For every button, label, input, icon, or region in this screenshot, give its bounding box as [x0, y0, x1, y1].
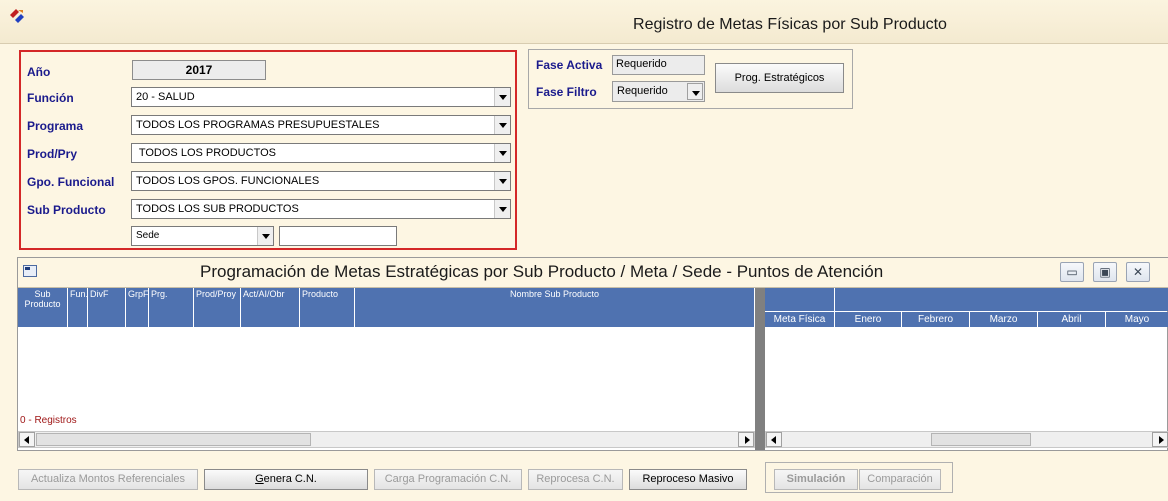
actualiza-montos-button[interactable]: Actualiza Montos Referenciales [18, 469, 198, 490]
right-hscrollbar[interactable] [765, 431, 1168, 448]
reproceso-masivo-button[interactable]: Reproceso Masivo [629, 469, 747, 490]
sede-value: Sede [136, 230, 160, 241]
grid-splitter[interactable] [755, 288, 765, 450]
col-prg[interactable]: Prg. [149, 288, 194, 327]
chevron-down-icon[interactable] [494, 172, 510, 190]
sede-select[interactable]: Sede [131, 226, 274, 246]
window-titlebar: Registro de Metas Físicas por Sub Produc… [0, 0, 1168, 44]
col-sub-producto[interactable]: Sub Producto [18, 288, 68, 327]
close-icon[interactable]: ✕ [1126, 262, 1150, 282]
prodpry-label: Prod/Pry [27, 147, 78, 161]
year-label: Año [27, 65, 51, 79]
col-act-ai-obr[interactable]: Act/AI/Obr [241, 288, 300, 327]
comparacion-button[interactable]: Comparación [859, 469, 941, 490]
col-grpf[interactable]: GrpF [126, 288, 149, 327]
subproducto-value: TODOS LOS SUB PRODUCTOS [136, 203, 299, 215]
scroll-right-icon[interactable] [1152, 432, 1168, 447]
chevron-down-icon[interactable] [494, 116, 510, 134]
programa-select[interactable]: TODOS LOS PROGRAMAS PRESUPUESTALES [131, 115, 511, 135]
prog-estrategicos-button[interactable]: Prog. Estratégicos [715, 63, 844, 93]
grid-titlebar: Programación de Metas Estratégicas por S… [18, 258, 1168, 288]
sede-text-field[interactable] [279, 226, 397, 246]
chevron-down-icon[interactable] [494, 88, 510, 106]
col-mayo[interactable]: Mayo [1106, 312, 1168, 327]
simulacion-panel: Simulación Comparación [765, 462, 953, 493]
col-divf[interactable]: DivF [88, 288, 126, 327]
genera-cn-button[interactable]: Genera C.N. [204, 469, 368, 490]
records-count: 0 - Registros [20, 415, 77, 426]
col-group-empty [765, 288, 835, 311]
prodpry-select[interactable]: TODOS LOS PRODUCTOS [131, 143, 511, 163]
chevron-down-icon[interactable] [687, 83, 703, 100]
fase-filtro-label: Fase Filtro [536, 85, 597, 99]
gpo-funcional-label: Gpo. Funcional [27, 175, 115, 189]
maximize-icon[interactable]: ▣ [1093, 262, 1117, 282]
genera-cn-label: enera C.N. [263, 473, 317, 485]
fase-activa-field[interactable]: Requerido [612, 55, 705, 75]
col-producto[interactable]: Producto [300, 288, 355, 327]
prodpry-value: TODOS LOS PRODUCTOS [136, 147, 276, 159]
col-marzo[interactable]: Marzo [970, 312, 1038, 327]
fase-panel: Fase Activa Requerido Fase Filtro Requer… [528, 49, 853, 109]
scroll-thumb[interactable] [931, 433, 1031, 446]
scroll-right-icon[interactable] [738, 432, 754, 447]
left-hscrollbar[interactable] [18, 431, 755, 448]
funcion-label: Función [27, 91, 74, 105]
gpo-funcional-select[interactable]: TODOS LOS GPOS. FUNCIONALES [131, 171, 511, 191]
fase-filtro-value: Requerido [617, 85, 668, 97]
fase-activa-label: Fase Activa [536, 58, 603, 72]
col-group-months [835, 288, 1168, 311]
genera-cn-accel: G [255, 473, 264, 485]
scroll-thumb[interactable] [36, 433, 311, 446]
subproducto-select[interactable]: TODOS LOS SUB PRODUCTOS [131, 199, 511, 219]
col-prod-proy[interactable]: Prod/Proy [194, 288, 241, 327]
programa-value: TODOS LOS PROGRAMAS PRESUPUESTALES [136, 119, 380, 131]
scroll-left-icon[interactable] [19, 432, 35, 447]
gpo-funcional-value: TODOS LOS GPOS. FUNCIONALES [136, 175, 320, 187]
col-fun[interactable]: Fun. [68, 288, 88, 327]
grid-title: Programación de Metas Estratégicas por S… [200, 262, 884, 281]
funcion-select[interactable]: 20 - SALUD [131, 87, 511, 107]
programa-label: Programa [27, 119, 84, 133]
window-title: Registro de Metas Físicas por Sub Produc… [633, 16, 947, 33]
col-nombre-sub-producto[interactable]: Nombre Sub Producto [355, 288, 755, 327]
chevron-down-icon[interactable] [257, 227, 273, 245]
col-febrero[interactable]: Febrero [902, 312, 970, 327]
chevron-down-icon[interactable] [494, 144, 510, 162]
simulacion-button[interactable]: Simulación [774, 469, 858, 490]
scroll-left-icon[interactable] [766, 432, 782, 447]
col-meta-fisica[interactable]: Meta Física [765, 312, 835, 327]
grid-panel: Programación de Metas Estratégicas por S… [17, 257, 1168, 451]
window-icon [23, 265, 37, 277]
minimize-icon[interactable]: ▭ [1060, 262, 1084, 282]
carga-programacion-button[interactable]: Carga Programación C.N. [374, 469, 522, 490]
col-abril[interactable]: Abril [1038, 312, 1106, 327]
year-field[interactable]: 2017 [132, 60, 266, 80]
chevron-down-icon[interactable] [494, 200, 510, 218]
filter-panel: Año 2017 Función 20 - SALUD Programa TOD… [19, 50, 517, 250]
fase-filtro-select[interactable]: Requerido [612, 81, 705, 102]
col-enero[interactable]: Enero [835, 312, 902, 327]
funcion-value: 20 - SALUD [136, 91, 195, 103]
reprocesa-cn-button[interactable]: Reprocesa C.N. [528, 469, 623, 490]
subproducto-label: Sub Producto [27, 203, 106, 217]
